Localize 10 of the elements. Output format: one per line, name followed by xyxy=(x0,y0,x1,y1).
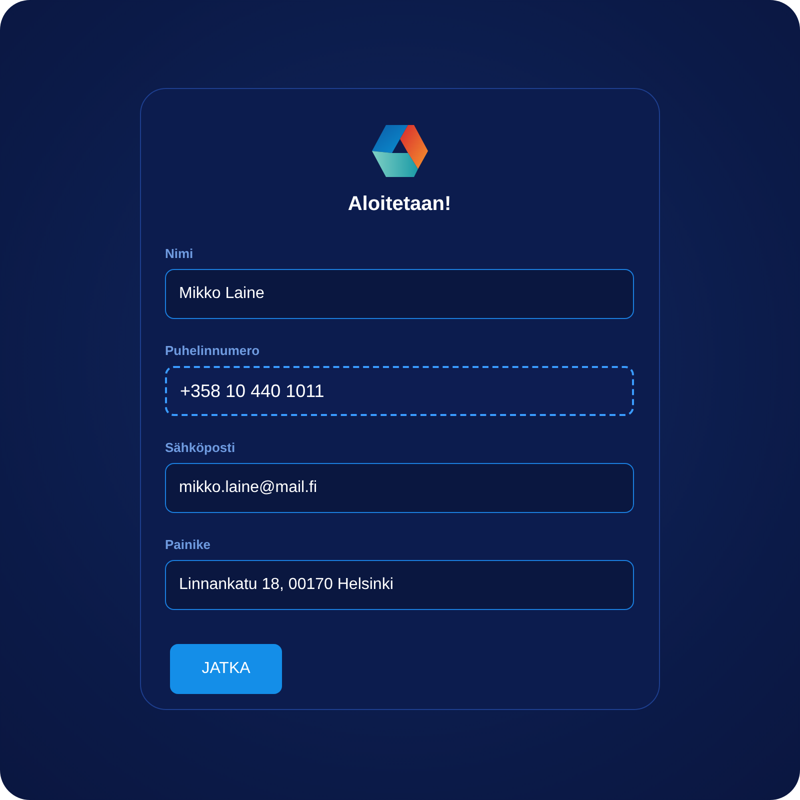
input-field[interactable]: +358 10 440 1011 xyxy=(165,366,634,416)
field-label: Sähköposti xyxy=(165,440,236,455)
field-label: Nimi xyxy=(165,246,194,261)
field-label: Painike xyxy=(165,537,211,552)
input-field[interactable]: Mikko Laine xyxy=(165,269,634,319)
field-label: Puhelinnumero xyxy=(165,343,260,358)
input-field[interactable]: Linnankatu 18, 00170 Helsinki xyxy=(165,560,634,610)
logo-icon xyxy=(370,123,430,179)
form-title: Aloitetaan! xyxy=(346,193,452,216)
input-field[interactable]: mikko.laine@mail.fi xyxy=(165,463,634,513)
